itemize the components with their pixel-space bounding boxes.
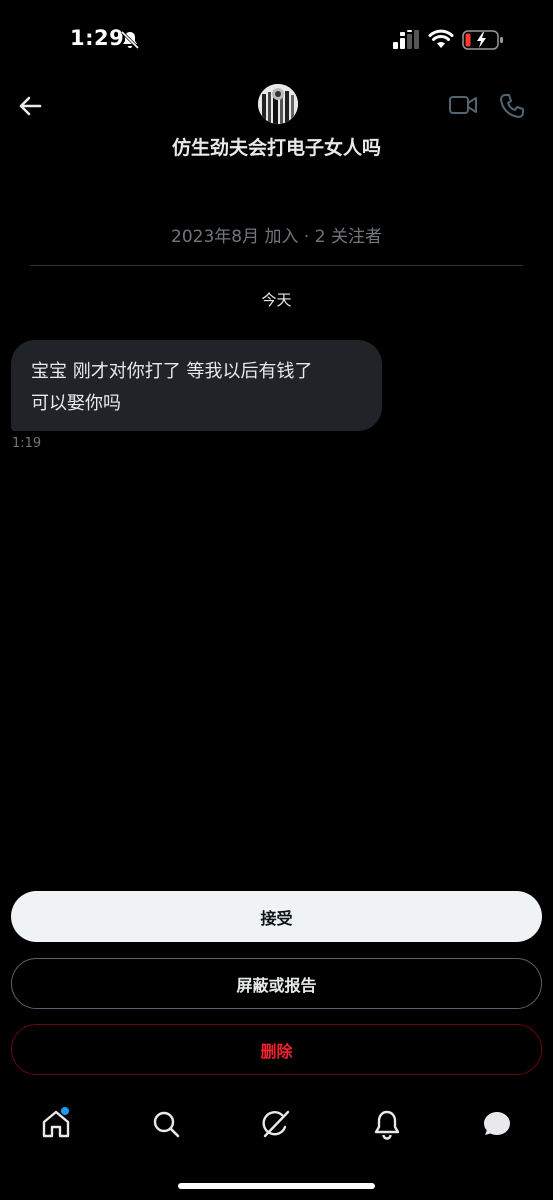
delete-button-label: 删除 bbox=[260, 1041, 293, 1061]
contact-avatar[interactable] bbox=[258, 84, 298, 124]
status-time: 1:29 bbox=[70, 26, 125, 50]
delete-button[interactable]: 删除 bbox=[11, 1024, 542, 1075]
block-or-report-label: 屏蔽或报告 bbox=[236, 975, 317, 995]
contact-name[interactable]: 仿生劲夫会打电子女人吗 bbox=[0, 133, 553, 160]
status-bar: 1:29 bbox=[0, 0, 553, 80]
message-text-line: 可以娶你吗 bbox=[31, 393, 121, 414]
phone-call-icon[interactable] bbox=[498, 92, 526, 120]
wifi-icon bbox=[428, 29, 454, 48]
message-bubble[interactable]: 宝宝 刚才对你打了 等我以后有钱了 可以娶你吗 bbox=[11, 340, 382, 431]
bell-off-icon bbox=[120, 30, 140, 50]
date-label: 今天 bbox=[261, 291, 292, 309]
search-icon[interactable] bbox=[150, 1108, 182, 1140]
notifications-icon[interactable] bbox=[371, 1108, 403, 1140]
home-indicator[interactable] bbox=[178, 1183, 375, 1189]
accept-button-label: 接受 bbox=[260, 908, 293, 928]
join-info: 2023年8月 加入 · 2 关注者 bbox=[171, 227, 382, 247]
cellular-signal-icon bbox=[393, 30, 419, 49]
messages-icon[interactable] bbox=[481, 1108, 513, 1140]
grok-icon[interactable] bbox=[260, 1108, 292, 1140]
accept-button[interactable]: 接受 bbox=[11, 891, 542, 942]
dm-request-screen: 1:29 仿生劲夫会打电子女人吗 2023年8月 加入 · 2 关注者 今天 宝… bbox=[0, 0, 553, 1200]
message-text-line: 宝宝 刚才对你打了 等我以后有钱了 bbox=[31, 361, 313, 382]
message-timestamp: 1:19 bbox=[12, 436, 42, 451]
avatar-image bbox=[258, 84, 298, 124]
divider bbox=[30, 265, 523, 266]
video-call-icon[interactable] bbox=[448, 92, 478, 118]
block-or-report-button[interactable]: 屏蔽或报告 bbox=[11, 958, 542, 1009]
back-arrow-icon[interactable] bbox=[16, 92, 44, 120]
home-notification-dot bbox=[61, 1107, 69, 1115]
battery-charging-icon bbox=[462, 30, 503, 50]
